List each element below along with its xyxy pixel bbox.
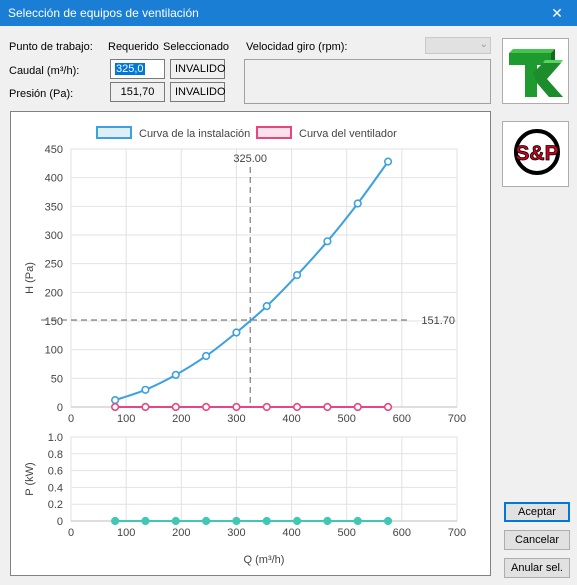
data-point [232, 402, 241, 412]
x-tick-label: 0 [68, 413, 74, 425]
close-icon[interactable]: ✕ [537, 0, 577, 26]
x-tick-label: 700 [448, 527, 466, 539]
window-title: Selección de equipos de ventilación [8, 6, 199, 20]
data-point [262, 301, 271, 311]
x-tick-label: 400 [282, 527, 300, 539]
svg-text:S&P: S&P [515, 142, 558, 165]
x-tick-label: 600 [393, 527, 411, 539]
rpm-display-panel [244, 59, 491, 104]
y-tick-label: 300 [45, 230, 63, 242]
y-tick-label: 100 [45, 345, 63, 357]
legend-label: Curva del ventilador [299, 128, 397, 140]
caudal-requerido-input[interactable]: 325,0 [110, 59, 165, 79]
x-axis-label: Q (m³/h) [244, 554, 285, 566]
x-tick-label: 500 [338, 527, 356, 539]
accept-button[interactable]: Aceptar [504, 502, 570, 522]
y-axis-label: H (Pa) [24, 262, 36, 294]
x-tick-label: 200 [172, 413, 190, 425]
caudal-seleccionado-field: INVALIDO [170, 59, 226, 79]
data-point [323, 516, 332, 526]
seleccionado-header: Seleccionado [163, 41, 230, 53]
caudal-requerido-value: 325,0 [115, 63, 145, 75]
data-point [171, 370, 180, 379]
data-point [171, 402, 180, 412]
cancel-button[interactable]: Cancelar [504, 530, 570, 550]
data-point [353, 402, 362, 412]
y-tick-label: 450 [45, 144, 63, 156]
data-point [202, 402, 211, 412]
data-point [262, 402, 271, 412]
caudal-label: Caudal (m³/h): [9, 65, 80, 77]
y-tick-label: 0.4 [48, 482, 63, 494]
y-tick-label: 1.0 [48, 432, 63, 444]
x-tick-label: 400 [282, 413, 300, 425]
data-point [111, 516, 120, 526]
presion-requerido-field: 151,70 [110, 82, 165, 102]
tk-logo-button[interactable] [502, 38, 569, 104]
data-point [202, 516, 211, 526]
y-axis-label: P (kW) [24, 462, 36, 495]
x-tick-label: 0 [68, 527, 74, 539]
data-point [171, 516, 180, 526]
data-point [323, 402, 332, 412]
annul-selection-button[interactable]: Anular sel. [504, 558, 570, 578]
data-point [292, 402, 302, 412]
presion-label: Presión (Pa): [9, 88, 74, 100]
chart-panel: 0 100 200 300 400 500 600 700 0 50 100 150 200 250 300… [10, 111, 491, 576]
x-tick-label: 100 [117, 413, 135, 425]
title-bar: Selección de equipos de ventilación ✕ [0, 0, 577, 26]
y-tick-label: 0.8 [48, 449, 63, 461]
x-tick-label: 200 [172, 527, 190, 539]
data-point [141, 516, 150, 526]
x-tick-label: 300 [227, 413, 245, 425]
x-tick-label: 600 [393, 413, 411, 425]
x-tick-label: 700 [448, 413, 466, 425]
sp-logo-button[interactable]: S&P [502, 121, 569, 187]
data-point [141, 402, 150, 412]
data-point [292, 516, 302, 526]
data-point [141, 385, 150, 394]
y-tick-label: 250 [45, 259, 63, 271]
y-tick-label: 0.6 [48, 466, 63, 478]
data-point [111, 396, 120, 405]
data-point [353, 199, 362, 208]
reference-x-label: 325.00 [233, 153, 267, 165]
data-point [383, 516, 393, 526]
legend-swatch [256, 126, 292, 139]
x-tick-label: 300 [227, 527, 245, 539]
data-point [383, 157, 393, 166]
y-tick-label: 0 [57, 516, 63, 528]
legend-swatch [96, 126, 132, 139]
chart-canvas: 0 100 200 300 400 500 600 700 0 50 100 150 200 250 300… [24, 126, 466, 566]
sp-logo-icon: S&P [514, 129, 560, 175]
y-tick-label: 200 [45, 287, 63, 299]
requerido-header: Requerido [108, 41, 159, 53]
data-point [232, 328, 241, 337]
chevron-down-icon: ⌄ [479, 39, 488, 50]
velocidad-label: Velocidad giro (rpm): [246, 41, 348, 53]
y-tick-label: 400 [45, 173, 63, 185]
presion-seleccionado-field: INVALIDO [170, 82, 226, 102]
y-tick-label: 0.2 [48, 499, 63, 511]
y-tick-label: 350 [45, 201, 63, 213]
data-point [232, 516, 241, 526]
reference-y-label: 151.70 [421, 315, 455, 327]
data-point [262, 516, 271, 526]
x-tick-label: 100 [117, 527, 135, 539]
y-tick-label: 0 [57, 402, 63, 414]
punto-trabajo-label: Punto de trabajo: [9, 41, 93, 53]
x-tick-label: 500 [338, 413, 356, 425]
data-point [292, 271, 302, 280]
data-point [111, 402, 120, 412]
velocidad-combo[interactable]: ⌄ [425, 37, 491, 54]
y-tick-label: 150 [45, 316, 63, 328]
data-point [202, 351, 211, 361]
data-point [353, 516, 362, 526]
data-point [323, 237, 332, 246]
y-tick-label: 50 [51, 373, 63, 385]
legend-label: Curva de la instalación [139, 128, 250, 140]
tk-logo-icon [509, 49, 563, 97]
data-point [383, 402, 393, 412]
